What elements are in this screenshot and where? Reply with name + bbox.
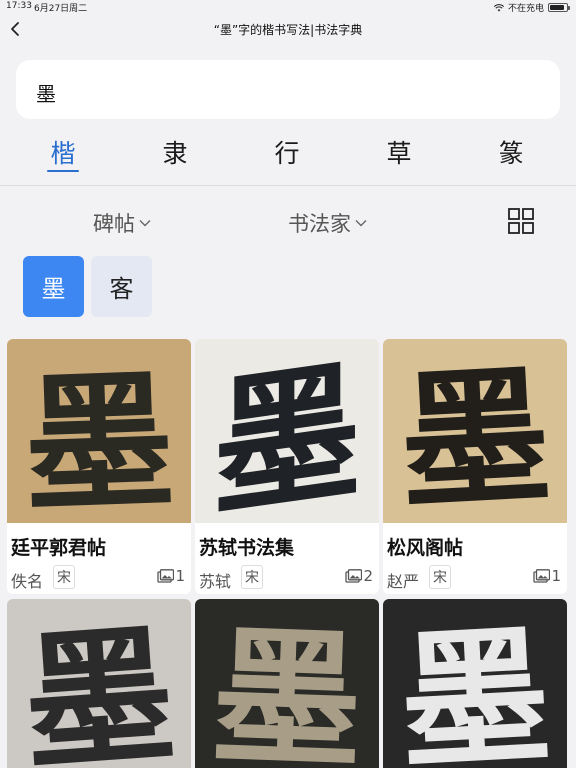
stele-filter[interactable]: 碑帖 bbox=[93, 208, 151, 238]
status-time: 17:33 bbox=[6, 1, 32, 11]
tab-zhuan[interactable]: 篆 bbox=[481, 134, 541, 170]
dynasty-badge: 宋 bbox=[241, 565, 263, 589]
char-chip-ke[interactable]: 客 bbox=[91, 256, 152, 317]
calligraphy-glyph: 墨 bbox=[395, 347, 554, 523]
script-tabs: 楷 隶 行 草 篆 bbox=[0, 134, 576, 180]
image-count: 1 bbox=[157, 567, 185, 585]
calligraphy-image: 墨 bbox=[7, 339, 191, 534]
wifi-icon bbox=[493, 3, 504, 11]
tab-xing[interactable]: 行 bbox=[257, 134, 317, 170]
work-title: 松风阁帖 bbox=[387, 537, 464, 559]
search-input[interactable]: 墨 bbox=[16, 60, 560, 119]
calligrapher-filter[interactable]: 书法家 bbox=[288, 208, 367, 238]
calligraphy-image: 墨 bbox=[195, 339, 379, 539]
status-date: 6月27日周二 bbox=[34, 4, 88, 14]
work-card[interactable]: 墨 bbox=[195, 599, 379, 768]
divider bbox=[0, 185, 576, 186]
work-card[interactable]: 墨 bbox=[7, 599, 191, 768]
image-count-value: 2 bbox=[363, 567, 373, 585]
grid-view-icon[interactable] bbox=[508, 208, 534, 234]
calligrapher-filter-label: 书法家 bbox=[288, 212, 351, 236]
work-card[interactable]: 墨 松风阁帖 赵严 宋 1 bbox=[383, 339, 567, 594]
dynasty-badge: 宋 bbox=[53, 565, 75, 589]
filter-bar: 碑帖 书法家 bbox=[0, 200, 576, 242]
work-title: 廷平郭君帖 bbox=[11, 537, 107, 559]
tab-kai[interactable]: 楷 bbox=[33, 134, 93, 170]
work-card[interactable]: 墨 廷平郭君帖 佚名 宋 1 bbox=[7, 339, 191, 594]
chevron-down-icon bbox=[139, 220, 151, 227]
work-author: 苏轼 bbox=[199, 572, 232, 591]
work-title: 苏轼书法集 bbox=[199, 537, 295, 559]
calligraphy-image: 墨 bbox=[383, 339, 567, 531]
charging-status: 不在充电 bbox=[507, 4, 544, 14]
page-title: “墨”字的楷书写法|书法字典 bbox=[213, 23, 363, 37]
calligraphy-glyph: 墨 bbox=[213, 339, 362, 523]
image-count-value: 1 bbox=[551, 567, 561, 585]
status-right: 不在充电 bbox=[493, 1, 570, 14]
image-count-value: 1 bbox=[175, 567, 185, 585]
calligraphy-glyph: 墨 bbox=[21, 352, 177, 523]
work-author: 佚名 bbox=[11, 572, 44, 591]
active-tab-indicator bbox=[47, 170, 79, 172]
work-card[interactable]: 墨 苏轼书法集 苏轼 宋 2 bbox=[195, 339, 379, 594]
char-chip-mo[interactable]: 墨 bbox=[23, 256, 84, 317]
work-card[interactable]: 墨 bbox=[383, 599, 567, 768]
calligraphy-image: 墨 bbox=[195, 599, 379, 768]
tab-li[interactable]: 隶 bbox=[145, 134, 205, 170]
image-stack-icon bbox=[533, 569, 551, 583]
calligraphy-glyph: 墨 bbox=[18, 606, 180, 768]
calligraphy-glyph: 墨 bbox=[395, 607, 554, 768]
battery-icon bbox=[548, 3, 570, 12]
dynasty-badge: 宋 bbox=[429, 565, 451, 589]
tab-cao[interactable]: 草 bbox=[369, 134, 429, 170]
calligraphy-image: 墨 bbox=[383, 599, 567, 768]
stele-filter-label: 碑帖 bbox=[93, 212, 135, 236]
image-count: 1 bbox=[533, 567, 561, 585]
calligraphy-image: 墨 bbox=[7, 599, 191, 768]
image-stack-icon bbox=[345, 569, 363, 583]
search-value: 墨 bbox=[36, 82, 56, 106]
chevron-down-icon bbox=[355, 220, 367, 227]
image-stack-icon bbox=[157, 569, 175, 583]
calligraphy-glyph: 墨 bbox=[209, 608, 365, 768]
nav-bar: “墨”字的楷书写法|书法字典 bbox=[0, 14, 576, 44]
status-bar: 17:33 6月27日周二 不在充电 bbox=[0, 0, 576, 14]
image-count: 2 bbox=[345, 567, 373, 585]
work-author: 赵严 bbox=[387, 572, 420, 591]
